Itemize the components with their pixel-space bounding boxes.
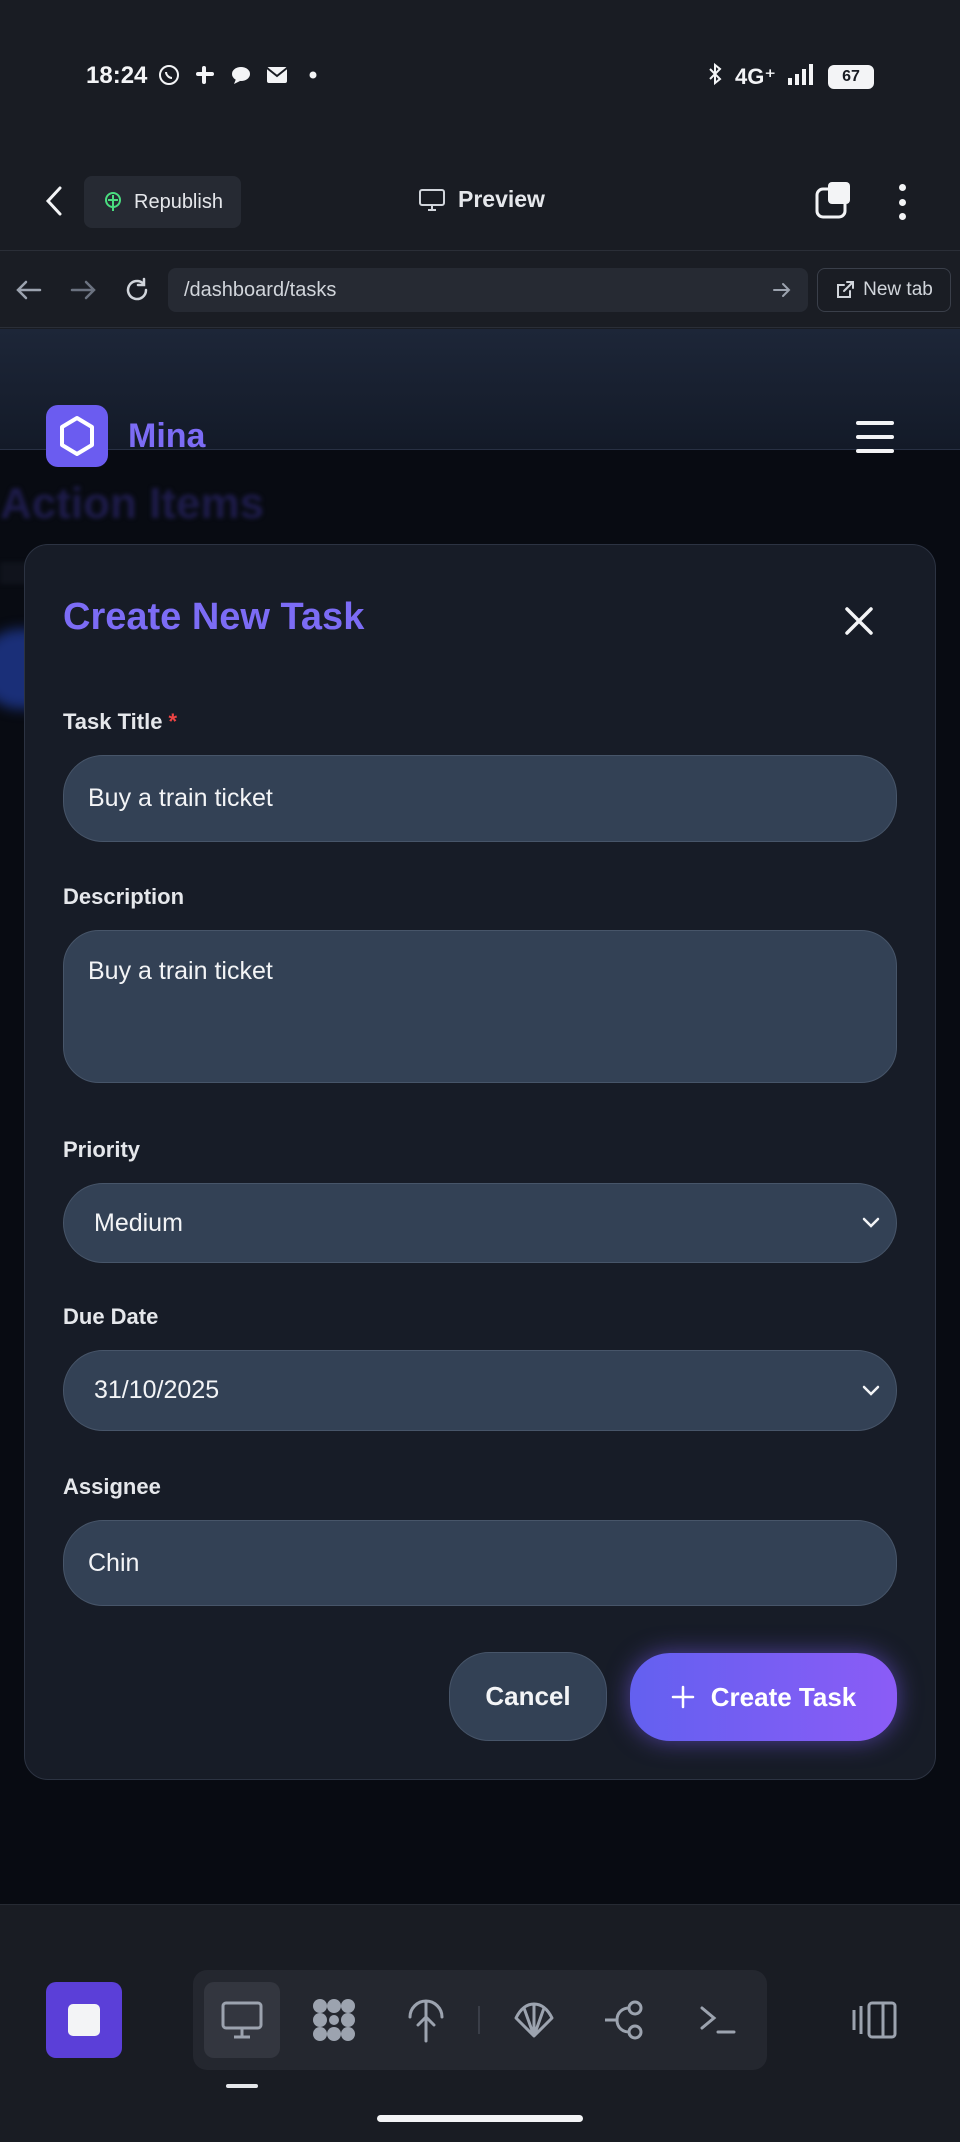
stop-button[interactable]: [46, 1982, 122, 2058]
description-value: Buy a train ticket: [88, 957, 273, 985]
shell-icon: [514, 2002, 554, 2038]
signal-icon: [788, 63, 816, 91]
notification-icons: [156, 62, 326, 88]
task-title-value: Buy a train ticket: [88, 784, 273, 812]
hexagon-icon: [60, 416, 94, 456]
chat-icon: [228, 62, 254, 88]
modal-title: Create New Task: [63, 596, 365, 638]
slack-icon: [192, 62, 218, 88]
republish-label: Republish: [134, 190, 223, 213]
battery-icon: 67: [828, 65, 874, 89]
assignee-label: Assignee: [63, 1474, 161, 1499]
background-heading: Action Items: [0, 479, 265, 528]
priority-label: Priority: [63, 1137, 141, 1162]
republish-button[interactable]: Republish: [84, 176, 241, 228]
plus-icon: [671, 1685, 694, 1709]
priority-select[interactable]: Medium: [63, 1183, 897, 1263]
site-brand[interactable]: Mina: [128, 417, 205, 456]
task-title-label: Task Title *: [63, 709, 178, 734]
description-textarea[interactable]: Buy a train ticket: [63, 930, 897, 1083]
shell-tool[interactable]: [496, 1982, 572, 2058]
terminal-icon: [700, 2006, 736, 2034]
new-tab-button[interactable]: New tab: [817, 268, 951, 312]
tabs-icon: [815, 182, 850, 219]
close-button[interactable]: [838, 600, 880, 642]
assignee-input[interactable]: Chin: [63, 1520, 897, 1606]
stop-icon: [68, 2004, 100, 2036]
url-bar[interactable]: /dashboard/tasks: [168, 268, 808, 312]
browser-forward-button[interactable]: [66, 273, 100, 307]
new-tab-label: New tab: [863, 279, 933, 300]
deploy-icon: [408, 1999, 444, 2043]
due-date-value: 31/10/2025: [94, 1376, 220, 1404]
deploy-icon: [105, 192, 121, 211]
reload-icon: [126, 277, 148, 301]
arrow-left-icon: [16, 280, 42, 300]
panel-icon: [852, 2001, 897, 2039]
priority-value: Medium: [94, 1208, 183, 1237]
back-button[interactable]: [36, 183, 72, 219]
desktop-icon: [221, 2001, 263, 2039]
active-tool-indicator: [226, 2084, 258, 2088]
create-task-label: Create Task: [710, 1681, 857, 1712]
home-indicator[interactable]: [377, 2115, 583, 2122]
description-label: Description: [63, 884, 185, 909]
site-logo[interactable]: [46, 405, 108, 467]
git-tool[interactable]: [588, 1982, 664, 2058]
status-right: 4G⁺ 67: [707, 62, 874, 92]
preview-label: Preview: [458, 186, 545, 212]
preview-title: Preview: [418, 186, 545, 213]
panel-toggle-button[interactable]: [848, 1996, 902, 2044]
whatsapp-icon: [156, 62, 182, 88]
cancel-button[interactable]: Cancel: [449, 1652, 607, 1741]
external-link-icon: [837, 281, 855, 298]
reload-button[interactable]: [120, 273, 154, 307]
status-time: 18:24: [86, 62, 148, 89]
desktop-tool[interactable]: [204, 1982, 280, 2058]
arrow-right-icon: [70, 280, 96, 300]
chevron-left-icon: [45, 186, 62, 216]
tool-separator: [478, 2006, 480, 2034]
go-arrow-icon[interactable]: [772, 282, 792, 298]
menu-button[interactable]: [856, 421, 894, 453]
browser-back-button[interactable]: [12, 273, 46, 307]
required-mark: *: [168, 709, 178, 734]
tabs-button[interactable]: [814, 180, 854, 220]
task-title-input[interactable]: Buy a train ticket: [63, 755, 897, 842]
due-date-input[interactable]: 31/10/2025: [63, 1350, 897, 1431]
due-date-label: Due Date: [63, 1304, 159, 1329]
cancel-label: Cancel: [485, 1681, 571, 1711]
more-options-button[interactable]: [886, 180, 918, 224]
dot-icon: [300, 62, 326, 88]
network-type: 4G⁺: [735, 64, 776, 89]
apps-tool[interactable]: [296, 1982, 372, 2058]
terminal-tool[interactable]: [680, 1982, 756, 2058]
bluetooth-icon: [707, 62, 723, 92]
assignee-value: Chin: [88, 1548, 140, 1577]
chevron-down-icon: [862, 1385, 880, 1396]
mail-icon: [264, 62, 290, 88]
monitor-icon: [419, 188, 445, 211]
apps-icon: [313, 1999, 355, 2041]
create-task-button[interactable]: Create Task: [630, 1653, 897, 1741]
chevron-down-icon: [862, 1217, 880, 1228]
url-text: /dashboard/tasks: [184, 278, 337, 301]
deploy-tool[interactable]: [388, 1982, 464, 2058]
git-icon: [605, 2000, 643, 2040]
close-icon: [845, 607, 873, 635]
